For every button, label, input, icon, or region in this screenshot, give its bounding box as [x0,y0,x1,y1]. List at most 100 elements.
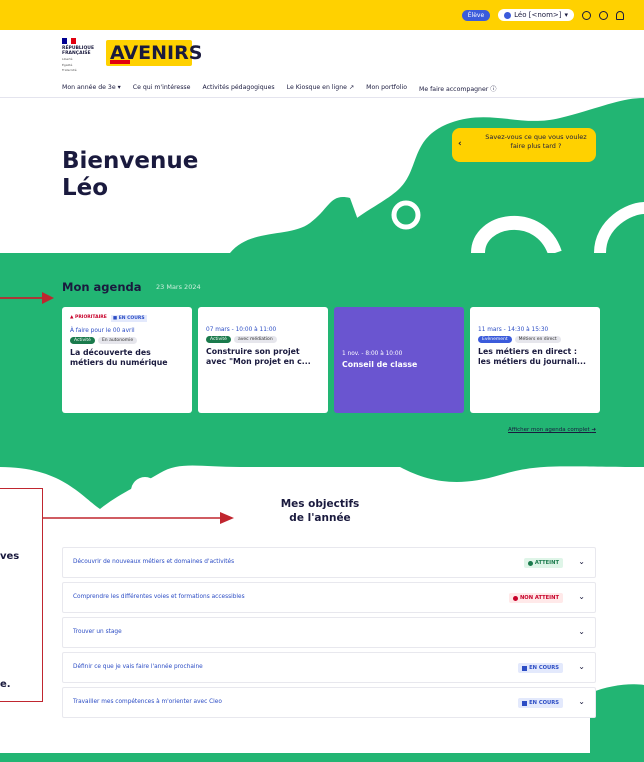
green-corner [590,684,644,753]
objectives-list: Découvrir de nouveaux métiers et domaine… [62,547,596,722]
status-label: ATTEINT [534,560,559,566]
objective-label: Trouver un stage [73,629,122,635]
objectives-title-line-2: de l'année [289,512,351,524]
chevron-down-icon[interactable]: ⌄ [578,592,585,601]
card-title: Conseil de classe [342,360,418,369]
republique-francaise-logo[interactable]: RÉPUBLIQUE FRANÇAISE Liberté Égalité Fra… [62,38,98,73]
flag-icon [62,38,77,44]
agenda-card[interactable]: 07 mars - 10:00 à 11:00 Activité avec mé… [198,307,328,413]
chevron-down-icon: ▾ [564,11,568,19]
hero-section: Bienvenue Léo ‹ Savez-vous ce que vous v… [0,98,644,253]
nav-label: Le Kiosque en ligne [286,84,347,91]
full-agenda-link[interactable]: Afficher mon agenda complet ➜ [508,427,596,433]
mode-pill: En autonomie [97,337,138,344]
progress-icon [522,700,528,706]
arrow-right-icon: ➜ [591,427,596,433]
objectives-title-line-1: Mes objectifs [280,498,360,510]
user-name: Léo [<nom>] [514,11,562,19]
top-bar: Élève Léo [<nom>] ▾ [0,0,644,30]
type-pill: Evènement [478,336,512,343]
help-icon[interactable] [582,10,591,20]
role-badge[interactable]: Élève [461,9,491,21]
status-badge: EN COURS [518,698,563,708]
annotation-fragment: ves [0,551,20,562]
mode-pill: Métiers en direct [514,336,561,343]
republique-line-2: FRANÇAISE [62,51,91,56]
objectives-title: Mes objectifs de l'année [250,497,390,525]
chevron-down-icon[interactable]: ⌄ [578,697,585,706]
check-icon [527,560,533,566]
objective-row[interactable]: Comprendre les différentes voies et form… [62,582,596,613]
footer-band [0,753,644,762]
logo-accent [110,60,130,64]
avenirs-logo[interactable]: AVENIRS [106,40,202,66]
objective-label: Définir ce que je vais faire l'année pro… [73,664,203,670]
progress-icon [522,665,528,671]
user-first-name: Léo [62,175,109,201]
objective-row[interactable]: Découvrir de nouveaux métiers et domaine… [62,547,596,578]
tag-label: EN COURS [118,316,145,321]
objective-row[interactable]: Définir ce que je vais faire l'année pro… [62,652,596,683]
objective-label: Travailler mes compétences à m'orienter … [73,699,222,705]
white-blob [131,477,159,505]
user-icon [504,11,512,19]
status-label: EN COURS [529,700,559,706]
external-link-icon: ↗ [348,84,355,91]
close-icon [512,595,518,601]
chevron-down-icon[interactable]: ⌄ [578,662,585,671]
chevron-down-icon[interactable]: ⌄ [578,627,585,636]
agenda-card[interactable]: 11 mars - 14:30 à 15:30 Evènement Métier… [470,307,600,413]
agenda-title: Mon agenda [62,280,142,294]
status-label: EN COURS [529,665,559,671]
link-label: Afficher mon agenda complet [508,427,590,433]
question-bubble[interactable]: ‹ Savez-vous ce que vous voulez faire pl… [452,128,596,162]
chevron-down-icon[interactable]: ⌄ [578,557,585,566]
card-title: Construire son projet avec "Mon projet e… [206,347,311,366]
nav-item-kiosque[interactable]: Le Kiosque en ligne ↗ [287,84,354,93]
info-icon: ⓘ [490,86,497,93]
notification-icon[interactable] [616,10,624,20]
card-title: La découverte des métiers du numérique [70,348,168,367]
nav-item-activites[interactable]: Activités pédagogiques [202,84,274,93]
motto-1: Liberté [62,57,73,61]
nav-label: Mon année de 3e [62,84,116,91]
site-header: RÉPUBLIQUE FRANÇAISE Liberté Égalité Fra… [0,30,644,78]
agenda-date: 23 Mars 2024 [156,283,201,291]
annotation-box: ves e. [0,488,43,702]
card-date: 07 mars - 10:00 à 11:00 [206,327,277,333]
card-date: 1 nov. - 8:00 à 10:00 [342,351,403,357]
objective-row[interactable]: Travailler mes compétences à m'orienter … [62,687,596,718]
type-pill: Activité [206,336,231,343]
motto-3: Fraternité [62,68,77,73]
agenda-card-highlight[interactable]: 1 nov. - 8:00 à 10:00 Conseil de classe [334,307,464,413]
mode-pill: avec médiation [233,336,277,343]
nav-item-accompagner[interactable]: Me faire accompagner ⓘ [419,84,496,93]
settings-icon[interactable] [599,10,608,20]
chevron-down-icon: ▾ [117,84,121,91]
agenda-section: Mon agenda 23 Mars 2024 ▲ PRIORITAIRE ■ … [0,253,644,453]
card-title: Les métiers en direct : les métiers du j… [478,347,586,366]
status-tag: ■ EN COURS [110,315,147,322]
page-title: Bienvenue Léo [62,148,198,202]
chevron-left-icon: ‹ [458,139,462,149]
type-pill: Activité [70,337,95,344]
nav-item-mon-annee[interactable]: Mon année de 3e ▾ [62,84,121,93]
annotation-fragment: e. [0,679,11,690]
card-date: À faire pour le 00 avril [70,328,135,334]
status-badge: NON ATTEINT [508,593,563,603]
objective-row[interactable]: Trouver un stage ⌄ [62,617,596,648]
tag-label: PRIORITAIRE [75,315,107,320]
status-badge: EN COURS [518,663,563,673]
priority-tag: ▲ PRIORITAIRE [70,315,107,320]
agenda-card[interactable]: ▲ PRIORITAIRE ■ EN COURS À faire pour le… [62,307,192,413]
status-label: NON ATTEINT [519,595,559,601]
objective-label: Découvrir de nouveaux métiers et domaine… [73,559,235,565]
green-shape-2 [230,197,370,253]
nav-item-portfolio[interactable]: Mon portfolio [366,84,407,93]
user-menu-button[interactable]: Léo [<nom>] ▾ [498,9,574,21]
greeting: Bienvenue [62,148,199,174]
nav-item-interets[interactable]: Ce qui m'intéresse [133,84,191,93]
main-nav: Mon année de 3e ▾ Ce qui m'intéresse Act… [0,78,644,98]
objectives-section: Mes objectifs de l'année Découvrir de no… [0,453,644,762]
card-date: 11 mars - 14:30 à 15:30 [478,327,549,333]
